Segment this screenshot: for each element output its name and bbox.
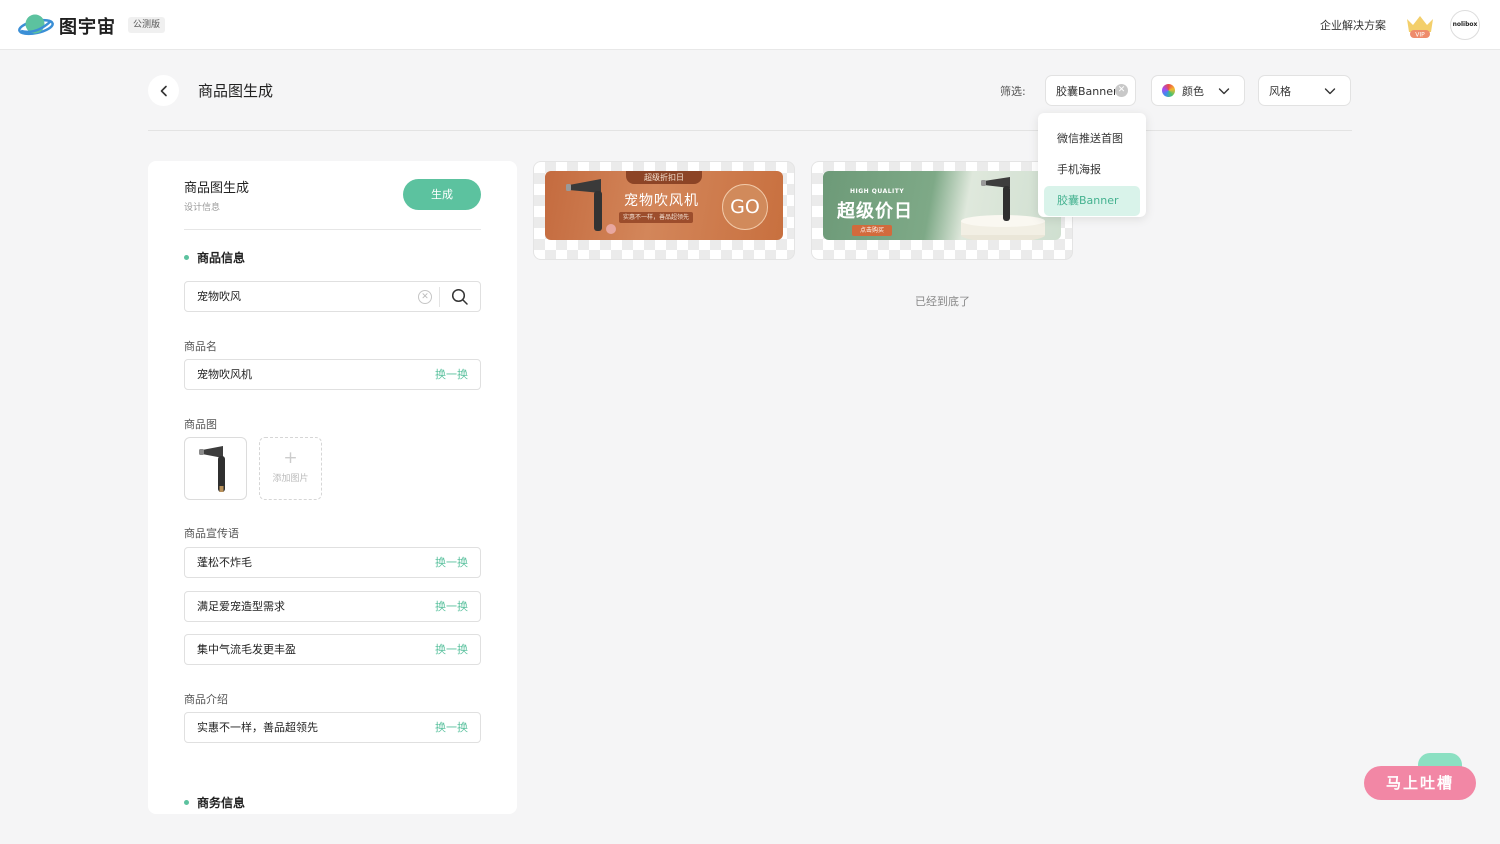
hair-dryer-on-podium-image <box>961 177 1045 240</box>
filter-style-value: 风格 <box>1269 84 1291 98</box>
banner-preview-1: 超级折扣日 宠物吹风机 实惠不一样，善品超领先 GO <box>545 171 783 240</box>
add-image-button[interactable]: + 添加图片 <box>259 437 322 500</box>
slogan-input-2[interactable]: 满足爱宠造型需求 <box>197 600 285 613</box>
generate-button[interactable]: 生成 <box>403 179 481 210</box>
banner-1-cta: GO <box>722 184 768 230</box>
swap-slogan-1-button[interactable]: 换一换 <box>435 548 468 577</box>
product-search-field[interactable]: 宠物吹风 ✕ <box>184 281 481 312</box>
swap-slogan-3-button[interactable]: 换一换 <box>435 635 468 664</box>
intro-input[interactable]: 实惠不一样，善品超领先 <box>197 721 318 734</box>
result-card-1[interactable]: 超级折扣日 宠物吹风机 实惠不一样，善品超领先 GO <box>533 161 795 260</box>
end-of-list-text: 已经到底了 <box>915 295 970 308</box>
avatar[interactable]: nolibox <box>1450 10 1480 40</box>
filter-color-value: 颜色 <box>1182 84 1204 98</box>
page-title: 商品图生成 <box>198 82 274 100</box>
product-search-input[interactable]: 宠物吹风 <box>197 290 241 303</box>
swap-intro-button[interactable]: 换一换 <box>435 713 468 742</box>
dropdown-option-capsule-banner[interactable]: 胶囊Banner <box>1044 186 1140 216</box>
business-info-heading: 商务信息 <box>184 794 245 811</box>
product-image-label: 商品图 <box>184 418 217 431</box>
result-card-2[interactable]: HIGH QUALITY 超级价日 点击购买 <box>811 161 1073 260</box>
feedback-button[interactable]: 马上吐槽 <box>1364 766 1476 800</box>
intro-field[interactable]: 实惠不一样，善品超领先 换一换 <box>184 712 481 743</box>
slogan-field-2[interactable]: 满足爱宠造型需求 换一换 <box>184 591 481 622</box>
design-info-panel: 商品图生成 设计信息 生成 商品信息 宠物吹风 ✕ 商品名 宠物吹风机 换一换 … <box>148 161 517 814</box>
product-info-heading: 商品信息 <box>184 249 245 266</box>
slogan-field-1[interactable]: 蓬松不炸毛 换一换 <box>184 547 481 578</box>
slogan-input-3[interactable]: 集中气流毛发更丰盈 <box>197 643 296 656</box>
banner-2-cta: 点击购买 <box>852 225 892 236</box>
banner-1-title: 宠物吹风机 <box>624 193 699 209</box>
panel-subtitle: 设计信息 <box>184 203 221 213</box>
top-bar: 图宇宙 公测版 企业解决方案 VIP nolibox <box>0 0 1500 50</box>
enterprise-solutions-link[interactable]: 企业解决方案 <box>1320 17 1386 33</box>
chevron-down-icon <box>1324 88 1336 95</box>
filter-color-select[interactable]: 颜色 <box>1151 75 1245 106</box>
filter-type-value: 胶囊Banner <box>1056 84 1118 98</box>
dropdown-option-wechat-cover[interactable]: 微信推送首图 <box>1044 124 1140 154</box>
product-image-thumbnail[interactable] <box>184 437 247 500</box>
filter-style-select[interactable]: 风格 <box>1258 75 1351 106</box>
clear-search-icon[interactable]: ✕ <box>418 290 432 304</box>
chevron-down-icon <box>1218 88 1230 95</box>
planet-logo-icon[interactable] <box>18 11 54 39</box>
filter-type-select[interactable]: 胶囊Banner ✕ <box>1045 75 1136 106</box>
hair-dryer-image <box>199 446 225 492</box>
banner-1-subtitle: 实惠不一样，善品超领先 <box>619 212 694 223</box>
product-name-field[interactable]: 宠物吹风机 换一换 <box>184 359 481 390</box>
swap-name-button[interactable]: 换一换 <box>435 360 468 389</box>
intro-label: 商品介绍 <box>184 693 228 706</box>
banner-type-dropdown: 微信推送首图 手机海报 胶囊Banner <box>1038 113 1146 217</box>
plus-icon: + <box>283 448 298 468</box>
clear-filter-icon[interactable]: ✕ <box>1115 84 1128 97</box>
header-divider <box>148 130 1352 131</box>
add-image-label: 添加图片 <box>272 474 309 484</box>
banner-1-tag: 超级折扣日 <box>626 171 702 184</box>
dropdown-option-mobile-poster[interactable]: 手机海报 <box>1044 155 1140 185</box>
vip-crown-icon[interactable]: VIP <box>1404 13 1436 39</box>
slogan-field-3[interactable]: 集中气流毛发更丰盈 换一换 <box>184 634 481 665</box>
logo-text[interactable]: 图宇宙 <box>59 13 116 39</box>
beta-badge: 公测版 <box>128 17 166 33</box>
banner-preview-2: HIGH QUALITY 超级价日 点击购买 <box>823 171 1061 240</box>
vip-label: VIP <box>1415 32 1425 39</box>
banner-2-small-text: HIGH QUALITY <box>850 188 905 195</box>
filter-label: 筛选: <box>1000 85 1026 98</box>
swap-slogan-2-button[interactable]: 换一换 <box>435 592 468 621</box>
panel-divider <box>184 229 481 230</box>
search-separator <box>439 287 440 307</box>
search-icon[interactable] <box>451 288 469 306</box>
slogan-input-1[interactable]: 蓬松不炸毛 <box>197 556 252 569</box>
color-wheel-icon <box>1162 84 1175 97</box>
banner-2-title: 超级价日 <box>837 201 913 222</box>
panel-title: 商品图生成 <box>184 181 250 196</box>
product-name-input[interactable]: 宠物吹风机 <box>197 368 252 381</box>
slogan-label: 商品宣传语 <box>184 527 239 540</box>
chevron-left-icon <box>160 85 167 96</box>
back-button[interactable] <box>148 75 179 106</box>
product-name-label: 商品名 <box>184 340 217 353</box>
